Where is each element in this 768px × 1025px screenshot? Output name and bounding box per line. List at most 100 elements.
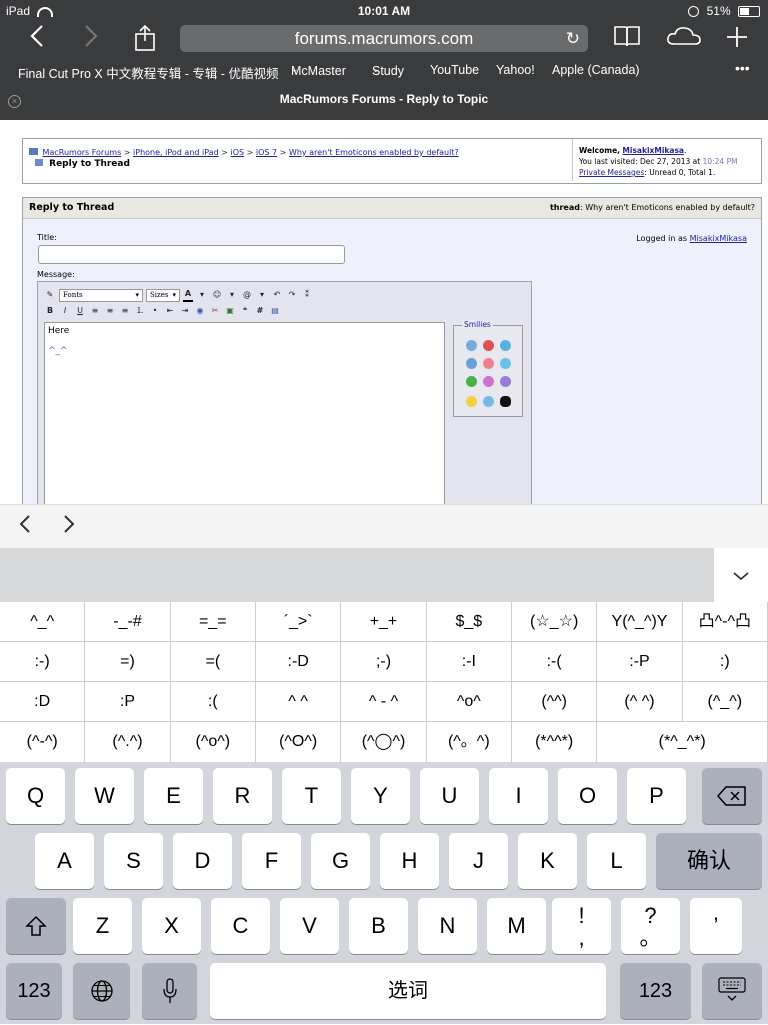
kaomoji-key[interactable]: (*^^*) — [512, 722, 598, 762]
underline-icon[interactable]: U — [74, 305, 86, 317]
kaomoji-key[interactable]: -_-# — [85, 602, 171, 642]
insert-image-icon[interactable]: ▣ — [224, 305, 236, 317]
kaomoji-key[interactable]: ^ - ^ — [341, 682, 427, 722]
kaomoji-key[interactable]: :P — [85, 682, 171, 722]
kaomoji-key[interactable]: ^_^ — [0, 602, 86, 642]
dropdown-arrow-icon[interactable]: ▾ — [256, 289, 268, 301]
key-r[interactable]: R — [213, 768, 272, 824]
kaomoji-key[interactable]: :-I — [426, 642, 512, 682]
smilie-sick-icon[interactable] — [466, 376, 477, 387]
share-button[interactable] — [128, 24, 162, 54]
kaomoji-key[interactable]: (^.^) — [85, 722, 171, 762]
icloud-tabs-button[interactable] — [666, 24, 701, 54]
previous-field-button[interactable] — [18, 513, 32, 539]
back-button[interactable] — [20, 24, 54, 54]
smilie-devil-icon[interactable] — [500, 376, 511, 387]
key-o[interactable]: O — [558, 768, 617, 824]
bookmark-yahoo[interactable]: Yahoo! — [496, 63, 535, 77]
numbers-key-left[interactable]: 123 — [6, 963, 62, 1019]
apostrophe-key[interactable]: ’ — [690, 898, 742, 954]
breadcrumb-thread[interactable]: Why aren't Emoticons enabled by default? — [289, 148, 459, 157]
kaomoji-key[interactable]: (*^_^*) — [597, 722, 768, 762]
smilie-mad-icon[interactable] — [483, 340, 494, 351]
dropdown-arrow-icon[interactable]: ▾ — [226, 289, 238, 301]
smilie-smile-icon[interactable] — [466, 396, 477, 407]
smilie-sleep-icon[interactable] — [483, 396, 494, 407]
title-input[interactable] — [38, 245, 345, 264]
kaomoji-key[interactable]: (^_^) — [682, 682, 768, 722]
bullet-list-icon[interactable]: • — [149, 305, 161, 317]
key-l[interactable]: L — [587, 833, 646, 889]
kaomoji-key[interactable]: :( — [170, 682, 256, 722]
next-field-button[interactable] — [62, 513, 76, 539]
kaomoji-key[interactable]: ^o^ — [426, 682, 512, 722]
logged-in-user-link[interactable]: MisakixMikasa — [690, 234, 747, 243]
new-tab-button[interactable] — [720, 24, 754, 54]
align-left-icon[interactable]: ≡ — [89, 305, 101, 317]
numbers-key-right[interactable]: 123 — [620, 963, 691, 1019]
key-c[interactable]: C — [211, 898, 270, 954]
kaomoji-key[interactable]: +_+ — [341, 602, 427, 642]
breadcrumb-iphone[interactable]: iPhone, iPod and iPad — [133, 148, 219, 157]
key-s[interactable]: S — [104, 833, 163, 889]
shift-key[interactable] — [6, 898, 66, 954]
dropdown-arrow-icon[interactable]: ▾ — [196, 289, 208, 301]
key-z[interactable]: Z — [73, 898, 132, 954]
key-p[interactable]: P — [627, 768, 686, 824]
bookmark-apple[interactable]: Apple (Canada) — [552, 63, 640, 77]
address-bar[interactable]: forums.macrumors.com ↻ — [180, 25, 588, 52]
key-q[interactable]: Q — [6, 768, 65, 824]
kaomoji-key[interactable]: (^^) — [512, 682, 598, 722]
kaomoji-key[interactable]: (^O^) — [256, 722, 342, 762]
kaomoji-key[interactable]: 凸^-^凸 — [682, 602, 768, 642]
more-bookmarks-button[interactable]: ••• — [735, 60, 750, 76]
delete-key[interactable] — [702, 768, 762, 824]
undo-icon[interactable]: ↶ — [271, 289, 283, 301]
kaomoji-key[interactable]: =) — [85, 642, 171, 682]
align-right-icon[interactable]: ≡ — [119, 305, 131, 317]
kaomoji-key[interactable]: :-) — [0, 642, 86, 682]
size-select[interactable]: Sizes ▾ — [146, 288, 180, 302]
message-textarea[interactable]: Here ^_^ — [44, 322, 445, 522]
attachment-icon[interactable]: @ — [241, 289, 253, 301]
outdent-icon[interactable]: ⇤ — [164, 305, 176, 317]
breadcrumb-home[interactable]: MacRumors Forums — [43, 148, 122, 157]
key-x[interactable]: X — [142, 898, 201, 954]
text-color-icon[interactable]: A — [183, 288, 193, 302]
bold-icon[interactable]: B — [44, 305, 56, 317]
ordered-list-icon[interactable]: ⒈ — [134, 305, 146, 317]
key-j[interactable]: J — [449, 833, 508, 889]
kaomoji-key[interactable]: Y(^_^)Y — [597, 602, 683, 642]
kaomoji-key[interactable]: (^ ^) — [597, 682, 683, 722]
kaomoji-key[interactable]: ;-) — [341, 642, 427, 682]
bookmark-youtube[interactable]: YouTube — [430, 63, 479, 77]
apple-icon[interactable] — [500, 396, 511, 407]
key-e[interactable]: E — [144, 768, 203, 824]
resize-icon[interactable]: ⁑ — [301, 289, 313, 301]
key-i[interactable]: I — [489, 768, 548, 824]
kaomoji-key[interactable]: (^。^) — [427, 722, 512, 762]
key-v[interactable]: V — [280, 898, 339, 954]
align-center-icon[interactable]: ≡ — [104, 305, 116, 317]
unlink-icon[interactable]: ✂ — [209, 305, 221, 317]
key-m[interactable]: M — [487, 898, 546, 954]
kaomoji-key[interactable]: =( — [170, 642, 256, 682]
breadcrumb-ios[interactable]: iOS — [230, 148, 244, 157]
link-icon[interactable]: ◉ — [194, 305, 206, 317]
kaomoji-key[interactable]: ´_>` — [256, 602, 342, 642]
smilie-tongue-icon[interactable] — [483, 376, 494, 387]
redo-icon[interactable]: ↷ — [286, 289, 298, 301]
quote-icon[interactable]: ❝ — [239, 305, 251, 317]
italic-icon[interactable]: I — [59, 305, 71, 317]
globe-key[interactable] — [73, 963, 130, 1019]
indent-icon[interactable]: ⇥ — [179, 305, 191, 317]
key-h[interactable]: H — [380, 833, 439, 889]
kaomoji-key[interactable]: $_$ — [426, 602, 512, 642]
smilie-cool-icon[interactable] — [466, 358, 477, 369]
key-t[interactable]: T — [282, 768, 341, 824]
code-icon[interactable]: ▤ — [269, 305, 281, 317]
smilie-eek-icon[interactable] — [500, 358, 511, 369]
private-messages-link[interactable]: Private Messages — [579, 168, 644, 177]
kaomoji-key[interactable]: ^ ^ — [256, 682, 342, 722]
kaomoji-key[interactable]: (^-^) — [0, 722, 86, 762]
